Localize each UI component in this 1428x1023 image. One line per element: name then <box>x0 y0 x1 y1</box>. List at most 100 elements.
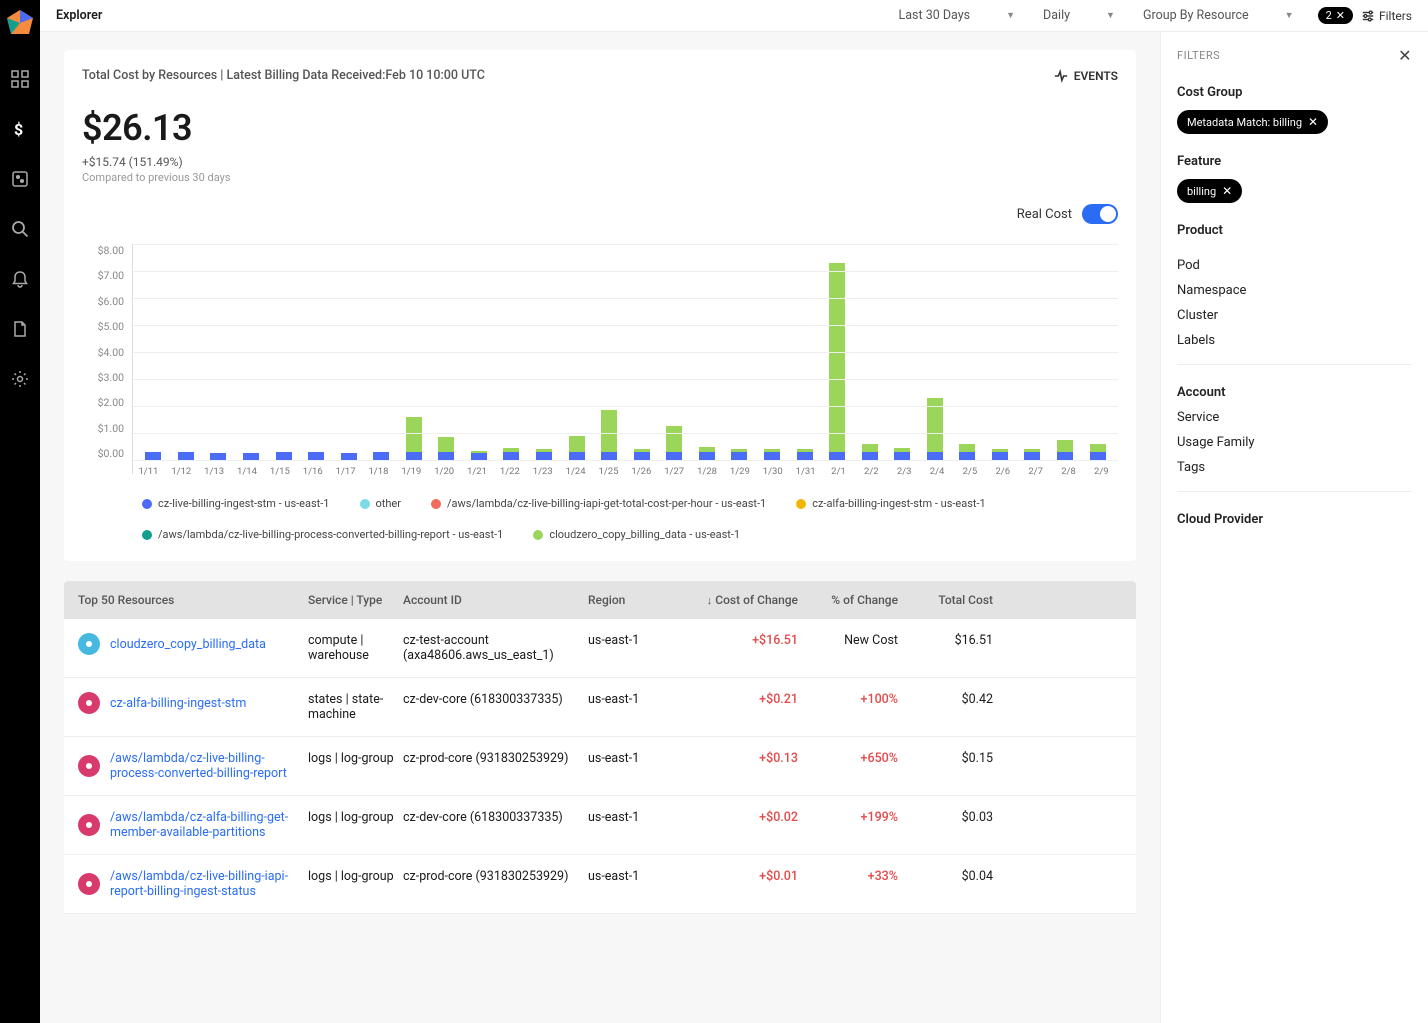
table-row: cloudzero_copy_billing_data compute | war… <box>64 619 1136 678</box>
filter-service[interactable]: Service <box>1177 410 1412 425</box>
cell-account: cz-dev-core (618300337335) <box>403 810 588 825</box>
legend-dot-icon <box>533 530 543 540</box>
cell-change: +$0.13 <box>688 751 798 766</box>
cell-type: compute | warehouse <box>308 633 403 663</box>
cell-type: logs | log-group <box>308 810 403 825</box>
legend-item[interactable]: other <box>360 497 402 510</box>
th-type[interactable]: Service | Type <box>308 593 403 607</box>
resource-link[interactable]: /aws/lambda/cz-live-billing-process-conv… <box>110 751 308 781</box>
legend-item[interactable]: /aws/lambda/cz-live-billing-iapi-get-tot… <box>431 497 766 510</box>
cell-pct: +100% <box>798 692 898 707</box>
cost-compare: Compared to previous 30 days <box>82 171 1118 184</box>
page-title: Explorer <box>56 8 102 23</box>
table-row: cz-alfa-billing-ingest-stm states | state… <box>64 678 1136 737</box>
cell-region: us-east-1 <box>588 810 688 825</box>
filter-chip-feature[interactable]: billing✕ <box>1177 179 1242 203</box>
legend-item[interactable]: cz-live-billing-ingest-stm - us-east-1 <box>142 497 330 510</box>
panel-subtitle: Total Cost by Resources | Latest Billing… <box>82 68 485 83</box>
nav-bell-icon[interactable] <box>11 270 29 288</box>
cell-account: cz-dev-core (618300337335) <box>403 692 588 707</box>
filter-cost-group[interactable]: Cost Group <box>1177 85 1412 100</box>
th-pct[interactable]: % of Change <box>798 593 898 607</box>
filter-tags[interactable]: Tags <box>1177 460 1412 475</box>
resource-type-icon <box>78 755 100 777</box>
resource-link[interactable]: cz-alfa-billing-ingest-stm <box>110 696 246 711</box>
nav-cost-icon[interactable]: $ <box>11 120 29 138</box>
cost-delta: +$15.74 (151.49%) <box>82 155 1118 169</box>
filter-product[interactable]: Product <box>1177 223 1412 238</box>
nav-dashboard-icon[interactable] <box>11 70 29 88</box>
logo-icon[interactable] <box>5 8 35 38</box>
cell-total: $0.15 <box>898 751 993 766</box>
sliders-icon <box>1361 9 1375 23</box>
resource-link[interactable]: cloudzero_copy_billing_data <box>110 637 266 652</box>
cell-change: +$0.01 <box>688 869 798 884</box>
cell-total: $0.42 <box>898 692 993 707</box>
th-account[interactable]: Account ID <box>403 593 588 607</box>
legend-dot-icon <box>431 499 441 509</box>
cell-region: us-east-1 <box>588 869 688 884</box>
legend-item[interactable]: cz-alfa-billing-ingest-stm - us-east-1 <box>796 497 986 510</box>
cell-account: cz-prod-core (931830253929) <box>403 869 588 884</box>
th-total[interactable]: Total Cost <box>898 593 993 607</box>
range-dropdown[interactable]: Last 30 Days▼ <box>885 8 1030 23</box>
filter-cloud-provider[interactable]: Cloud Provider <box>1177 512 1412 527</box>
grouping-dropdown[interactable]: Group By Resource ▼ <box>1129 8 1308 23</box>
chevron-down-icon: ▼ <box>1285 10 1294 21</box>
resource-type-icon <box>78 633 100 655</box>
resource-link[interactable]: /aws/lambda/cz-alfa-billing-get-member-a… <box>110 810 308 840</box>
table-row: /aws/lambda/cz-live-billing-process-conv… <box>64 737 1136 796</box>
cell-type: states | state-machine <box>308 692 403 722</box>
chevron-down-icon: ▼ <box>1106 10 1115 21</box>
range-label: Last 30 Days <box>899 8 971 23</box>
granularity-dropdown[interactable]: Daily▼ <box>1029 8 1129 23</box>
filter-labels[interactable]: Labels <box>1177 333 1412 348</box>
chart-yaxis: $8.00$7.00$6.00$5.00$4.00$3.00$2.00$1.00… <box>82 244 132 460</box>
th-change[interactable]: ↓ Cost of Change <box>688 593 798 607</box>
events-button[interactable]: EVENTS <box>1054 69 1118 83</box>
nav-dimensions-icon[interactable] <box>11 170 29 188</box>
cell-total: $16.51 <box>898 633 993 648</box>
realcost-label: Real Cost <box>1017 207 1072 222</box>
cell-pct: +33% <box>798 869 898 884</box>
filters-panel: FILTERS✕ Cost Group Metadata Match: bill… <box>1160 32 1428 1023</box>
th-resource[interactable]: Top 50 Resources <box>78 593 308 607</box>
activity-icon <box>1054 69 1068 83</box>
filters-button[interactable]: Filters <box>1361 9 1412 23</box>
filter-account[interactable]: Account <box>1177 385 1412 400</box>
filter-chip-cost-group[interactable]: Metadata Match: billing✕ <box>1177 110 1328 134</box>
grouping-label: Group By Resource <box>1143 8 1249 23</box>
nav-search-icon[interactable] <box>11 220 29 238</box>
close-icon[interactable]: ✕ <box>1336 9 1345 22</box>
cell-pct: New Cost <box>798 633 898 648</box>
filter-pod[interactable]: Pod <box>1177 258 1412 273</box>
sort-down-icon: ↓ <box>707 594 713 607</box>
close-icon[interactable]: ✕ <box>1398 46 1412 65</box>
filter-namespace[interactable]: Namespace <box>1177 283 1412 298</box>
nav-settings-icon[interactable] <box>11 370 29 388</box>
close-icon[interactable]: ✕ <box>1308 115 1318 129</box>
legend-dot-icon <box>142 499 152 509</box>
filter-feature[interactable]: Feature <box>1177 154 1412 169</box>
resource-link[interactable]: /aws/lambda/cz-live-billing-iapi-report-… <box>110 869 308 899</box>
th-region[interactable]: Region <box>588 593 688 607</box>
legend-item[interactable]: cloudzero_copy_billing_data - us-east-1 <box>533 528 740 541</box>
filter-count: 2 <box>1326 9 1332 22</box>
filter-cluster[interactable]: Cluster <box>1177 308 1412 323</box>
realcost-toggle[interactable] <box>1082 204 1118 224</box>
cell-change: +$16.51 <box>688 633 798 648</box>
cost-chart: $8.00$7.00$6.00$5.00$4.00$3.00$2.00$1.00… <box>64 224 1136 561</box>
total-cost-value: $26.13 <box>82 107 1118 149</box>
chart-legend: cz-live-billing-ingest-stm - us-east-1 ot… <box>142 497 1118 541</box>
filter-usage-family[interactable]: Usage Family <box>1177 435 1412 450</box>
resource-type-icon <box>78 814 100 836</box>
nav-docs-icon[interactable] <box>11 320 29 338</box>
filter-count-chip[interactable]: 2✕ <box>1318 7 1353 24</box>
cell-change: +$0.02 <box>688 810 798 825</box>
cell-total: $0.04 <box>898 869 993 884</box>
chart-plot <box>132 244 1118 474</box>
close-icon[interactable]: ✕ <box>1222 184 1232 198</box>
legend-item[interactable]: /aws/lambda/cz-live-billing-process-conv… <box>142 528 503 541</box>
table-row: /aws/lambda/cz-alfa-billing-get-member-a… <box>64 796 1136 855</box>
left-nav: $ <box>0 0 40 1023</box>
